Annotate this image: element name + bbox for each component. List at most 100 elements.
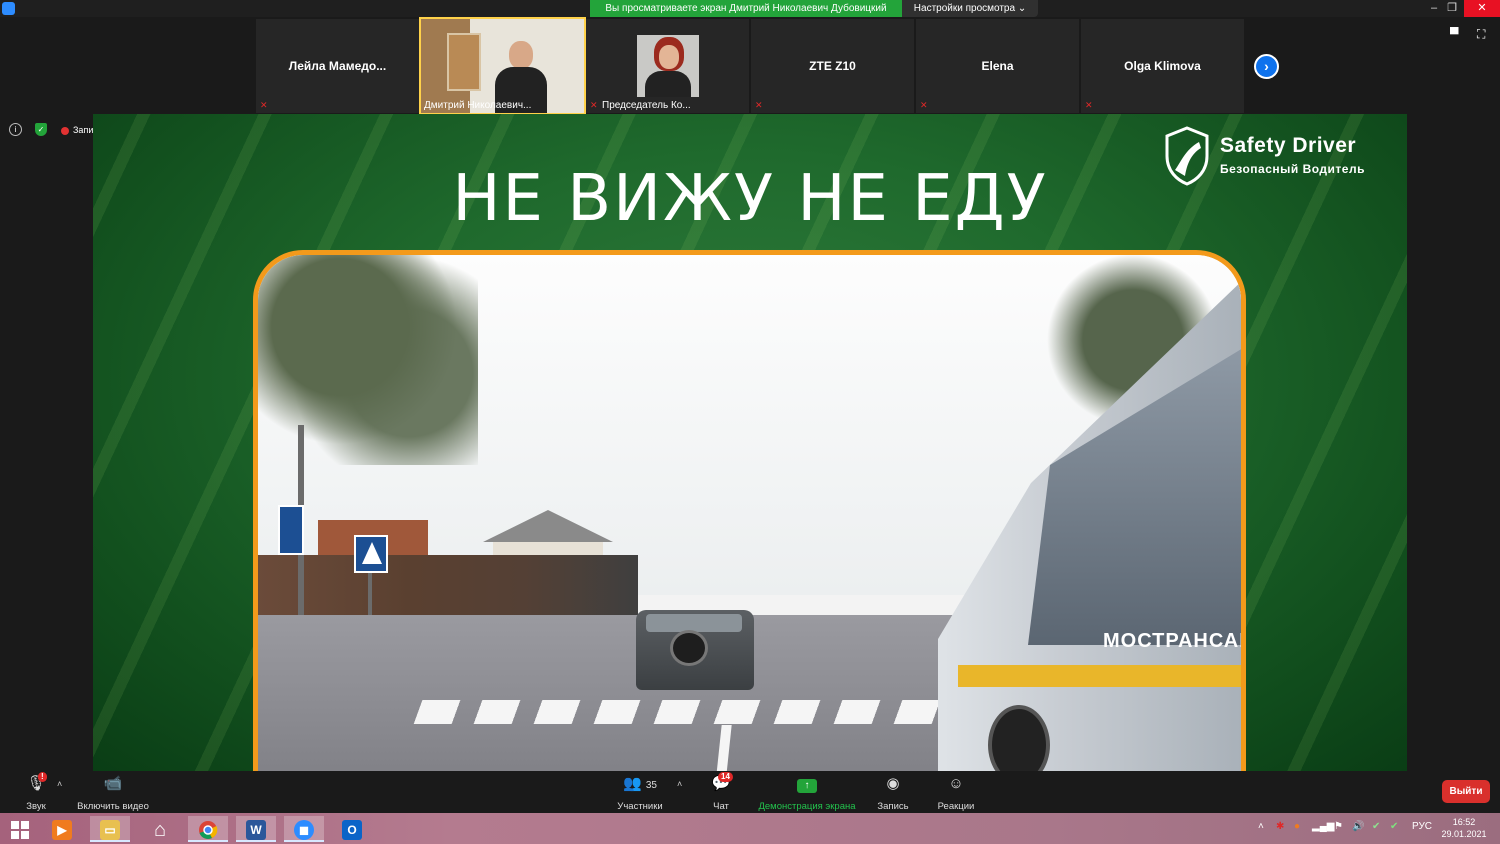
- zebra-crossing: [413, 700, 963, 724]
- reactions-icon: ☺: [948, 775, 964, 792]
- leave-meeting-button[interactable]: Выйти: [1442, 780, 1490, 803]
- tray-check-icon[interactable]: ✔: [1390, 821, 1398, 832]
- microphone-icon: 🎙!: [26, 772, 47, 792]
- participant-tile[interactable]: Лейла Мамедо... ✕: [256, 19, 419, 113]
- window-titlebar: Вы просматриваете экран Дмитрий Николаев…: [0, 0, 1500, 17]
- participant-tile[interactable]: ✕ Председатель Ко...: [586, 19, 749, 113]
- taskbar-media-player[interactable]: ▶: [42, 816, 82, 842]
- participant-name: Лейла Мамедо...: [288, 59, 387, 73]
- folder-icon: ▭: [100, 820, 120, 841]
- taskbar-chrome[interactable]: [188, 816, 228, 842]
- start-video-button[interactable]: 📹 Включить видео: [74, 775, 152, 812]
- tray-language[interactable]: РУС: [1412, 821, 1432, 832]
- windows-logo-icon: [11, 821, 29, 840]
- participant-name: Elena: [981, 59, 1014, 73]
- video-feed: [421, 19, 584, 113]
- record-icon: ◉: [886, 775, 900, 792]
- dashcam-video: МОСТРАНСАВТО: [253, 250, 1246, 771]
- outlook-icon: O: [342, 820, 362, 841]
- start-button[interactable]: [0, 816, 40, 842]
- participant-strip: Лейла Мамедо... ✕ Дмитрий Николаевич... …: [0, 17, 1500, 115]
- tray-security-icon[interactable]: ✔: [1372, 821, 1380, 832]
- clock-time: 16:52: [1452, 817, 1476, 827]
- participants-icon: 👥 35: [623, 775, 657, 792]
- bus-stop-sign: [278, 505, 304, 555]
- participant-name: ZTE Z10: [809, 59, 856, 73]
- participants-count: 35: [645, 780, 657, 791]
- record-button[interactable]: ◉ Запись: [873, 775, 913, 812]
- pedestrian-crossing-sign: [354, 535, 388, 573]
- chat-button[interactable]: 💬 14 Чат: [704, 772, 738, 812]
- muted-mic-icon: ✕: [590, 100, 598, 110]
- taskbar-home[interactable]: ⌂: [140, 816, 180, 842]
- share-screen-button[interactable]: ↑ Демонстрация экрана: [756, 775, 858, 812]
- close-button[interactable]: ✕: [1464, 0, 1500, 17]
- tray-volume-icon[interactable]: 🔊: [1352, 821, 1364, 832]
- muted-mic-icon: ✕: [755, 100, 763, 110]
- reactions-label: Реакции: [937, 801, 975, 812]
- next-page-button[interactable]: ›: [1254, 54, 1279, 79]
- zoom-app-icon: [2, 2, 15, 15]
- video-label: Включить видео: [77, 801, 149, 812]
- clock-date: 29.01.2021: [1441, 829, 1487, 839]
- zoom-icon: ◼: [294, 820, 314, 841]
- share-banner-text: Вы просматриваете экран Дмитрий Николаев…: [590, 0, 902, 17]
- windows-taskbar: ▶ ▭ ⌂ W ◼ O ˄ ✱ ● ▂▄▆ ⚑ 🔊 ✔ ✔ РУС: [0, 813, 1500, 844]
- muted-mic-icon: ✕: [260, 100, 268, 110]
- chat-unread-badge: 14: [718, 772, 733, 782]
- logo-brand: Safety Driver: [1220, 134, 1357, 157]
- view-options-button[interactable]: Настройки просмотра ⌄: [902, 0, 1038, 17]
- video-suv: [636, 610, 754, 690]
- audio-warning-badge: !: [38, 772, 47, 782]
- record-label: Запись: [877, 801, 909, 812]
- chat-icon: 💬 14: [704, 772, 738, 793]
- audio-options-caret[interactable]: ˄: [57, 779, 62, 789]
- video-background-door: [447, 33, 481, 91]
- security-shield-icon[interactable]: ✓: [35, 123, 47, 136]
- audio-button[interactable]: 🎙! Звук: [20, 772, 52, 812]
- participant-tile[interactable]: ZTE Z10 ✕: [751, 19, 914, 113]
- media-player-icon: ▶: [52, 820, 72, 841]
- fullscreen-icon[interactable]: ⛶: [1477, 28, 1491, 40]
- participants-button[interactable]: 👥 35 Участники: [612, 775, 668, 812]
- video-tree-left: [258, 255, 478, 465]
- participants-options-caret[interactable]: ˄: [677, 779, 682, 789]
- tray-antivirus-icon[interactable]: ✱: [1276, 821, 1284, 832]
- participants-label: Участники: [617, 801, 663, 812]
- tray-app-icon[interactable]: ●: [1294, 821, 1300, 832]
- share-screen-icon: ↑: [797, 779, 817, 793]
- taskbar-zoom[interactable]: ◼: [284, 816, 324, 842]
- muted-mic-icon: ✕: [1085, 100, 1093, 110]
- meeting-info-icon[interactable]: i: [9, 123, 22, 136]
- bus-brand-text: МОСТРАНСАВТО: [1103, 630, 1241, 652]
- audio-label: Звук: [26, 801, 46, 812]
- tray-network-icon[interactable]: ▂▄▆: [1312, 821, 1334, 832]
- gallery-view-icon[interactable]: ▀: [1450, 28, 1464, 40]
- participant-tile[interactable]: Elena ✕: [916, 19, 1079, 113]
- chrome-icon: [199, 821, 218, 840]
- share-banner: Вы просматриваете экран Дмитрий Николаев…: [590, 0, 1038, 17]
- taskbar-clock[interactable]: 16:52 29.01.2021: [1440, 816, 1488, 840]
- participant-tile-active-speaker[interactable]: Дмитрий Николаевич...: [419, 17, 586, 115]
- video-feed: [637, 35, 699, 97]
- muted-mic-icon: ✕: [920, 100, 928, 110]
- slide-title: НЕ ВИЖУ НЕ ЕДУ: [452, 162, 1048, 236]
- video-off-icon: 📹: [103, 775, 123, 792]
- participant-name: Olga Klimova: [1124, 59, 1201, 73]
- taskbar-outlook[interactable]: O: [332, 816, 372, 842]
- share-label: Демонстрация экрана: [758, 801, 856, 812]
- shared-screen: Safety Driver Безопасный Водитель НЕ ВИЖ…: [93, 114, 1407, 771]
- record-dot-icon: [61, 126, 69, 135]
- tray-overflow-icon[interactable]: ˄: [1258, 821, 1264, 832]
- chat-label: Чат: [713, 801, 729, 812]
- taskbar-file-explorer[interactable]: ▭: [90, 816, 130, 842]
- tray-flag-icon[interactable]: ⚑: [1334, 821, 1343, 832]
- home-icon: ⌂: [153, 819, 167, 842]
- participant-tile[interactable]: Olga Klimova ✕: [1081, 19, 1244, 113]
- meeting-toolbar: 🎙! Звук ˄ 📹 Включить видео 👥 35 Участник…: [0, 771, 1500, 813]
- word-icon: W: [246, 820, 266, 841]
- participant-name: Дмитрий Николаевич...: [424, 100, 532, 111]
- taskbar-word[interactable]: W: [236, 816, 276, 842]
- reactions-button[interactable]: ☺ Реакции: [933, 775, 979, 812]
- participant-name: Председатель Ко...: [602, 100, 691, 111]
